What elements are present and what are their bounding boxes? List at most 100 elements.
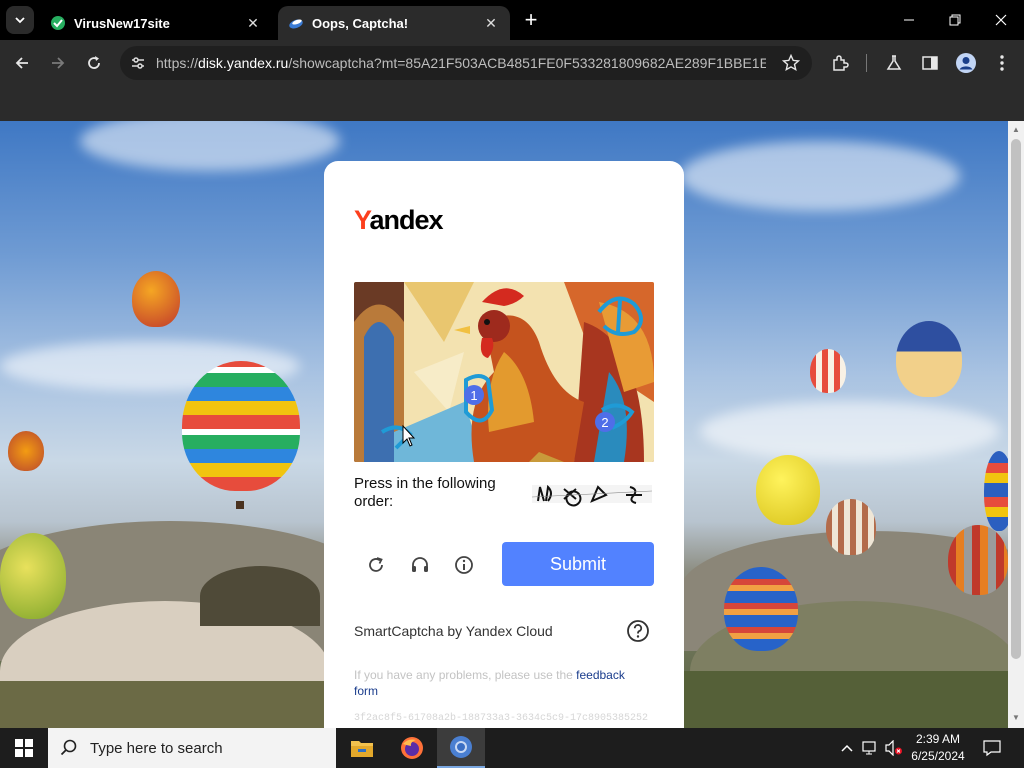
back-button[interactable]	[8, 49, 36, 77]
hot-air-balloon	[132, 271, 180, 327]
yandex-disk-favicon-icon	[289, 19, 303, 29]
hot-air-balloon	[756, 455, 820, 525]
info-icon	[455, 556, 473, 574]
task-order-symbols	[532, 484, 652, 507]
volume-status[interactable]	[883, 728, 905, 768]
audio-icon	[412, 557, 428, 572]
minimize-button[interactable]	[886, 0, 932, 40]
tab-title: VirusNew17site	[74, 15, 170, 31]
volume-muted-icon	[885, 740, 902, 756]
scroll-up-icon[interactable]: ▲	[1011, 125, 1021, 135]
close-window-button[interactable]	[978, 0, 1024, 40]
search-icon	[60, 739, 77, 756]
restore-button[interactable]	[932, 0, 978, 40]
start-button[interactable]	[0, 728, 48, 768]
forward-button[interactable]	[44, 49, 72, 77]
cloud	[80, 121, 340, 171]
notifications-button[interactable]	[980, 728, 1004, 768]
stained-glass-rooster-image: 1 2	[354, 282, 654, 462]
close-icon	[995, 14, 1007, 26]
page-scrollbar[interactable]: ▲ ▼	[1008, 121, 1024, 728]
chevron-up-icon	[841, 744, 853, 752]
close-tab-icon[interactable]: ✕	[482, 14, 500, 32]
toolbar-divider	[866, 54, 867, 72]
click-marker-1: 1	[470, 388, 477, 403]
address-bar[interactable]: https://disk.yandex.ru/showcaptcha?mt=85…	[120, 46, 812, 80]
clock-date: 6/25/2024	[911, 749, 965, 763]
tab-list-button[interactable]	[6, 6, 34, 34]
network-status[interactable]	[860, 728, 882, 768]
reload-icon	[88, 56, 100, 69]
hot-air-balloon	[724, 567, 798, 651]
smartcaptcha-branding: SmartCaptcha by Yandex Cloud	[354, 623, 553, 639]
balloon-basket	[236, 501, 244, 509]
reload-button[interactable]	[80, 49, 108, 77]
extensions-button[interactable]	[826, 49, 854, 77]
browser-tab-bar: VirusNew17site ✕ Oops, Captcha! ✕ +	[0, 0, 1024, 40]
url-scheme: https://	[156, 55, 199, 71]
side-panel-button[interactable]	[916, 49, 944, 77]
submit-button[interactable]: Submit	[502, 542, 654, 586]
chrome-button[interactable]	[437, 728, 485, 768]
hot-air-balloon	[826, 499, 876, 555]
new-tab-button[interactable]: +	[518, 8, 544, 34]
menu-button[interactable]	[988, 49, 1016, 77]
firefox-button[interactable]	[388, 728, 436, 768]
back-icon	[15, 57, 28, 69]
hot-air-balloon	[948, 525, 1008, 595]
captcha-card: Yandex 1 2 Press in the following order:…	[324, 161, 684, 728]
captcha-info-button[interactable]	[450, 551, 478, 579]
hot-air-balloon	[0, 533, 66, 619]
captcha-image[interactable]: 1 2	[354, 282, 654, 462]
problems-note: If you have any problems, please use the…	[354, 667, 644, 699]
hot-air-balloon	[896, 321, 962, 397]
problems-text: If you have any problems, please use the	[354, 668, 577, 682]
extensions-icon	[833, 55, 849, 71]
yandex-logo-y: Y	[354, 205, 371, 235]
hot-air-balloon	[810, 349, 846, 393]
system-clock[interactable]: 2:39 AM 6/25/2024	[904, 731, 972, 765]
taskbar-search[interactable]: Type here to search	[48, 728, 336, 768]
ground	[0, 681, 330, 728]
hot-air-balloon	[182, 361, 300, 491]
profile-button[interactable]	[952, 49, 980, 77]
star-icon[interactable]	[782, 54, 800, 72]
scrollbar-thumb[interactable]	[1011, 139, 1021, 659]
tab-virusnew17site[interactable]: VirusNew17site ✕	[40, 6, 272, 40]
tab-title: Oops, Captcha!	[312, 15, 409, 31]
profile-icon	[956, 53, 976, 73]
cloud	[700, 401, 1000, 461]
side-panel-icon	[922, 56, 938, 70]
show-hidden-icons-button[interactable]	[836, 728, 858, 768]
hot-air-balloon	[8, 431, 44, 471]
click-marker-2: 2	[601, 415, 608, 430]
yandex-logo-rest: andex	[369, 205, 444, 235]
url-host: disk.yandex.ru	[198, 55, 289, 71]
browser-toolbar: https://disk.yandex.ru/showcaptcha?mt=85…	[0, 40, 1024, 86]
bookmark-bar	[0, 86, 1024, 121]
url-text[interactable]: https://disk.yandex.ru/showcaptcha?mt=85…	[156, 55, 766, 71]
tab-oops-captcha[interactable]: Oops, Captcha! ✕	[278, 6, 510, 40]
site-settings-icon[interactable]	[130, 55, 146, 71]
help-icon[interactable]	[626, 619, 650, 643]
captcha-instruction: Press in the following order:	[354, 475, 496, 510]
windows-icon	[15, 739, 33, 757]
firefox-icon	[401, 737, 423, 759]
clock-time: 2:39 AM	[915, 732, 961, 746]
site-favicon-icon	[51, 16, 65, 30]
refresh-captcha-button[interactable]	[362, 551, 390, 579]
labs-button[interactable]	[880, 49, 908, 77]
notifications-icon	[983, 740, 1001, 757]
audio-captcha-button[interactable]	[406, 551, 434, 579]
close-tab-icon[interactable]: ✕	[244, 14, 262, 32]
url-path: /showcaptcha?mt=85A21F503ACB4851FE0F5332…	[288, 55, 766, 71]
refresh-icon	[369, 557, 383, 572]
hot-air-balloon	[984, 451, 1008, 531]
forward-icon	[52, 57, 65, 69]
cloud	[680, 141, 960, 211]
menu-icon	[1000, 55, 1004, 71]
rock-formation	[200, 566, 320, 626]
file-explorer-button[interactable]	[338, 728, 386, 768]
scroll-down-icon[interactable]: ▼	[1011, 713, 1021, 723]
ground	[684, 671, 1008, 728]
